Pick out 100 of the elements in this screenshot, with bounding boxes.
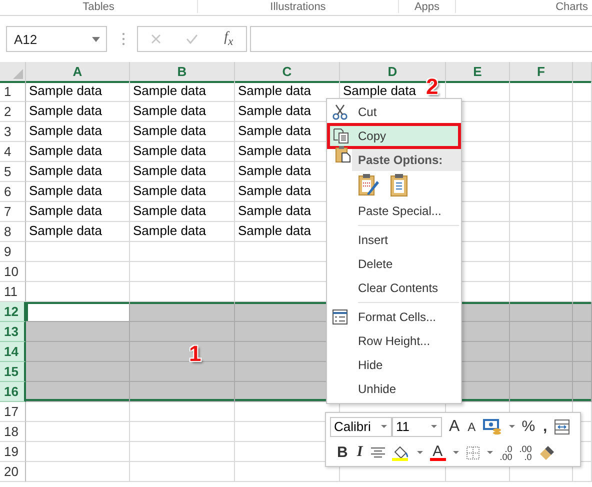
row-header[interactable]: 10	[0, 262, 26, 282]
row-header[interactable]: 2	[0, 102, 26, 122]
decrease-decimal-button[interactable]: .00 .0	[519, 444, 532, 460]
dropdown-arrow-icon	[381, 425, 387, 428]
menu-item[interactable]: Hide	[327, 353, 461, 377]
grow-font-button[interactable]: A	[448, 418, 461, 436]
increase-decimal-button[interactable]: .0 .00	[500, 444, 512, 460]
table-cell	[510, 302, 573, 322]
menu-item[interactable]: Clear Contents	[327, 276, 461, 300]
formula-input[interactable]	[250, 26, 592, 52]
row-header[interactable]: 6	[0, 182, 26, 202]
align-center-icon[interactable]	[370, 446, 385, 458]
table-cell	[510, 122, 573, 142]
table-cell: Sample data	[26, 222, 130, 242]
row-header[interactable]: 14	[0, 342, 26, 362]
row-header[interactable]: 19	[0, 442, 26, 462]
column-header[interactable]: F	[510, 62, 573, 83]
menu-item[interactable]: Delete	[327, 252, 461, 276]
dropdown-arrow-icon[interactable]	[486, 451, 493, 454]
table-cell	[573, 182, 592, 202]
table-cell	[510, 162, 573, 182]
row-header[interactable]: 3	[0, 122, 26, 142]
borders-icon[interactable]	[466, 446, 480, 460]
column-header[interactable]: A	[26, 62, 130, 83]
font-name-field[interactable]: Calibri	[330, 416, 392, 436]
clipboard-brush-icon[interactable]	[358, 173, 380, 197]
font-color-button[interactable]: A	[430, 444, 446, 460]
comma-button[interactable]: ,	[542, 418, 548, 435]
row-header[interactable]: 9	[0, 242, 26, 262]
shrink-font-button[interactable]: A	[466, 420, 477, 434]
dropdown-arrow-icon[interactable]	[92, 36, 100, 42]
row-header[interactable]: 8	[0, 222, 26, 242]
table-cell	[573, 342, 592, 362]
table-cell: Sample data	[26, 162, 130, 182]
table-cell	[510, 222, 573, 242]
row-header[interactable]: 15	[0, 362, 26, 382]
dropdown-arrow-icon[interactable]	[416, 451, 423, 454]
table-cell	[510, 142, 573, 162]
table-cell	[573, 122, 592, 142]
ribbon-group-label: Tables	[82, 0, 114, 12]
table-cell	[510, 82, 573, 102]
table-cell: Sample data	[130, 162, 235, 182]
dropdown-arrow-icon[interactable]	[452, 451, 459, 454]
table-cell	[573, 222, 592, 242]
table-cell	[573, 362, 592, 382]
money-icon[interactable]	[482, 418, 503, 434]
row-header[interactable]: 17	[0, 402, 26, 422]
fill-color-icon[interactable]	[392, 444, 410, 460]
dropdown-arrow-icon	[431, 425, 437, 428]
row-header[interactable]: 18	[0, 422, 26, 442]
wrap-text-icon[interactable]	[554, 418, 570, 434]
table-cell	[573, 82, 592, 102]
row-header[interactable]: 5	[0, 162, 26, 182]
column-header[interactable]	[573, 62, 592, 83]
name-box[interactable]: A12	[6, 26, 107, 52]
table-cell	[573, 322, 592, 342]
table-cell	[510, 202, 573, 222]
menu-item[interactable]: Format Cells...	[327, 305, 461, 329]
table-cell: Sample data	[130, 222, 235, 242]
ribbon-group-label: Apps	[414, 0, 440, 12]
active-cell[interactable]	[26, 302, 130, 322]
italic-button[interactable]: I	[356, 444, 364, 461]
table-cell: Sample data	[26, 82, 130, 102]
row-header[interactable]: 16	[0, 382, 26, 402]
row-header[interactable]: 20	[0, 462, 26, 482]
clipboard-icon[interactable]	[390, 173, 408, 197]
triangle-icon	[13, 69, 23, 79]
table-cell	[510, 382, 573, 402]
table-cell: Sample data	[26, 202, 130, 222]
menu-item[interactable]: Row Height...	[327, 329, 461, 353]
paste-icon	[335, 145, 351, 163]
ribbon-group-label: Charts	[556, 0, 588, 12]
dropdown-arrow-icon[interactable]	[508, 425, 515, 428]
percent-button[interactable]: %	[520, 418, 536, 435]
select-all-button[interactable]	[0, 62, 26, 83]
column-header[interactable]: E	[446, 62, 510, 83]
table-cell: Sample data	[26, 182, 130, 202]
table-cell: Sample data	[26, 122, 130, 142]
column-header[interactable]: B	[130, 62, 235, 83]
scissors-icon	[332, 104, 348, 120]
table-cell	[510, 242, 573, 262]
table-cell	[510, 102, 573, 122]
row-header[interactable]: 1	[0, 82, 26, 102]
menu-item[interactable]: Unhide	[327, 377, 461, 401]
column-header[interactable]: C	[235, 62, 340, 83]
bold-button[interactable]: B	[336, 444, 349, 461]
font-size-field[interactable]: 11	[392, 416, 442, 436]
row-header[interactable]: 4	[0, 142, 26, 162]
row-header[interactable]: 13	[0, 322, 26, 342]
menu-item[interactable]: Copy	[328, 124, 460, 148]
table-cell	[573, 302, 592, 322]
table-cell	[573, 382, 592, 402]
brush-icon[interactable]	[538, 444, 555, 460]
row-header[interactable]: 7	[0, 202, 26, 222]
row-header[interactable]: 12	[0, 302, 26, 322]
table-cell	[573, 142, 592, 162]
insert-function-button[interactable]: f$_{x}$	[224, 30, 234, 48]
table-cell: Sample data	[26, 142, 130, 162]
table-cell	[573, 202, 592, 222]
table-cell	[573, 162, 592, 182]
